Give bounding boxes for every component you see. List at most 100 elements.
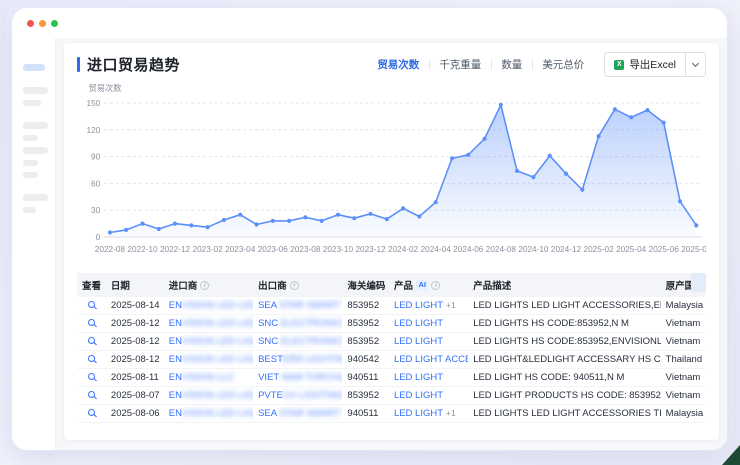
sidebar-item[interactable] [23,147,48,154]
origin-cell: Vietnam [661,315,706,333]
table-header-row: 查看 日期 进口商 出口商 海关编码 产品AI [77,273,706,297]
ai-badge: AI [416,280,429,290]
product-extra-count: +1 [446,300,456,310]
svg-text:2022-10: 2022-10 [127,244,158,254]
svg-text:2023-12: 2023-12 [355,244,386,254]
export-excel-label: 导出Excel [629,57,676,72]
maximize-window-icon[interactable] [51,20,58,27]
info-icon[interactable] [431,281,440,290]
svg-text:2025-06: 2025-06 [649,244,680,254]
table-row: 2025-08-07ENVISION LED LIGHTING L...PVTE… [77,387,706,405]
origin-cell: Vietnam [661,333,706,351]
sidebar-item[interactable] [23,207,36,213]
table-scrollbar-thumb[interactable] [691,273,706,292]
export-excel-button[interactable]: 导出Excel [604,52,686,77]
svg-text:60: 60 [91,178,100,188]
sidebar-item[interactable] [23,194,48,201]
date-cell: 2025-08-12 [106,333,164,351]
trade-trend-chart[interactable]: 03060901201502022-082022-102022-122023-0… [77,81,706,269]
info-icon[interactable] [200,281,209,290]
origin-cell: Thailand [661,351,706,369]
col-importer: 进口商 [164,273,253,297]
product-link[interactable]: LED LIGHT [394,372,443,383]
table-row: 2025-08-11ENVISION LLCVIET NAM TORCHLIGE… [77,369,706,387]
exporter-link[interactable]: SEA STAR SMART TECH ... [253,297,342,315]
sidebar-item[interactable] [23,122,48,129]
date-cell: 2025-08-12 [106,351,164,369]
svg-text:2024-04: 2024-04 [421,244,452,254]
exporter-link[interactable]: SEA STAR SMART TECH ... [253,405,342,423]
product-link[interactable]: LED LIGHT [394,300,443,311]
sidebar-item[interactable] [23,100,41,106]
product-link[interactable]: LED LIGHT [394,408,443,419]
product-link[interactable]: LED LIGHT [394,336,443,347]
sidebar-item[interactable] [23,172,38,178]
magnifier-icon[interactable] [88,409,95,416]
product-cell: LED LIGHT ACCESSORY [389,351,468,369]
table-body: 2025-08-14ENVISION LED LIGHTING L...SEA … [77,297,706,423]
importer-link[interactable]: ENVISION LED LIGHTING L... [164,315,253,333]
table-row: 2025-08-12ENVISION LED LIGHTING L...SNC … [77,333,706,351]
magnifier-icon[interactable] [88,337,95,344]
exporter-link[interactable]: PVTECH LIGHTING NEW VI... [253,387,342,405]
col-description: 产品描述 [468,273,660,297]
view-cell [77,405,106,423]
hs-code-cell: 853952 [342,315,389,333]
minimize-window-icon[interactable] [39,20,46,27]
svg-text:30: 30 [91,205,100,215]
svg-text:2022-12: 2022-12 [160,244,191,254]
svg-text:90: 90 [91,151,100,161]
importer-link[interactable]: ENVISION LED LIGHTING L... [164,333,253,351]
origin-cell: Vietnam [661,369,706,387]
sidebar-item[interactable] [23,160,38,166]
info-icon[interactable] [290,281,299,290]
table-row: 2025-08-12ENVISION LED LIGHTING L...BEST… [77,351,706,369]
col-date: 日期 [106,273,164,297]
magnifier-icon[interactable] [88,373,95,380]
hs-code-cell: 853952 [342,387,389,405]
origin-cell: Vietnam [661,387,706,405]
product-link[interactable]: LED LIGHT [394,318,443,329]
description-cell: LED LIGHTS HS CODE:853952,ENVISIONLED [468,333,660,351]
importer-link[interactable]: ENVISION LED LIGHTING L... [164,297,253,315]
magnifier-icon[interactable] [88,319,95,326]
description-cell: LED LIGHTS LED LIGHT ACCESSORIES THIS SH… [468,405,660,423]
table-row: 2025-08-06ENVISION LED LIGHTING L...SEA … [77,405,706,423]
exporter-link[interactable]: BESTERN LIGHTING THA... [253,351,342,369]
svg-text:120: 120 [87,125,101,135]
sidebar-item[interactable] [23,87,48,94]
exporter-link[interactable]: SNC ELECTRONICS VIET... [253,333,342,351]
svg-text:2024-10: 2024-10 [518,244,549,254]
magnifier-icon[interactable] [88,391,95,398]
tab-usd-total[interactable]: 美元总价 [532,57,594,72]
product-link[interactable]: LED LIGHT ACCESSORY [394,354,468,365]
product-link[interactable]: LED LIGHT [394,390,443,401]
close-window-icon[interactable] [27,20,34,27]
origin-cell: Malaysia [661,297,706,315]
view-cell [77,369,106,387]
magnifier-icon[interactable] [88,355,95,362]
tab-quantity[interactable]: 数量 [491,57,532,72]
exporter-link[interactable]: VIET NAM TORCHLIGE [253,369,342,387]
results-table-zone: 查看 日期 进口商 出口商 海关编码 产品AI [77,273,706,432]
exporter-link[interactable]: SNC ELECTRONICS VIET... [253,315,342,333]
col-product: 产品AI [389,273,468,297]
importer-link[interactable]: ENVISION LLC [164,369,253,387]
col-exporter: 出口商 [253,273,342,297]
importer-link[interactable]: ENVISION LED LIGHTING L... [164,405,253,423]
export-dropdown-button[interactable] [686,52,706,77]
svg-text:2023-04: 2023-04 [225,244,256,254]
main-area: 进口贸易趋势 贸易次数 千克重量 数量 美元总价 导出Excel [56,38,727,450]
tab-trade-count[interactable]: 贸易次数 [367,57,429,72]
sidebar-item[interactable] [23,135,38,141]
svg-text:2025-08: 2025-08 [681,244,706,254]
date-cell: 2025-08-06 [106,405,164,423]
magnifier-icon[interactable] [88,301,95,308]
hs-code-cell: 853952 [342,333,389,351]
tab-kg-weight[interactable]: 千克重量 [429,57,491,72]
product-cell: LED LIGHT [389,387,468,405]
view-cell [77,351,106,369]
importer-link[interactable]: ENVISION LED LIGHTING L... [164,351,253,369]
sidebar-item-active[interactable] [23,64,45,71]
importer-link[interactable]: ENVISION LED LIGHTING L... [164,387,253,405]
